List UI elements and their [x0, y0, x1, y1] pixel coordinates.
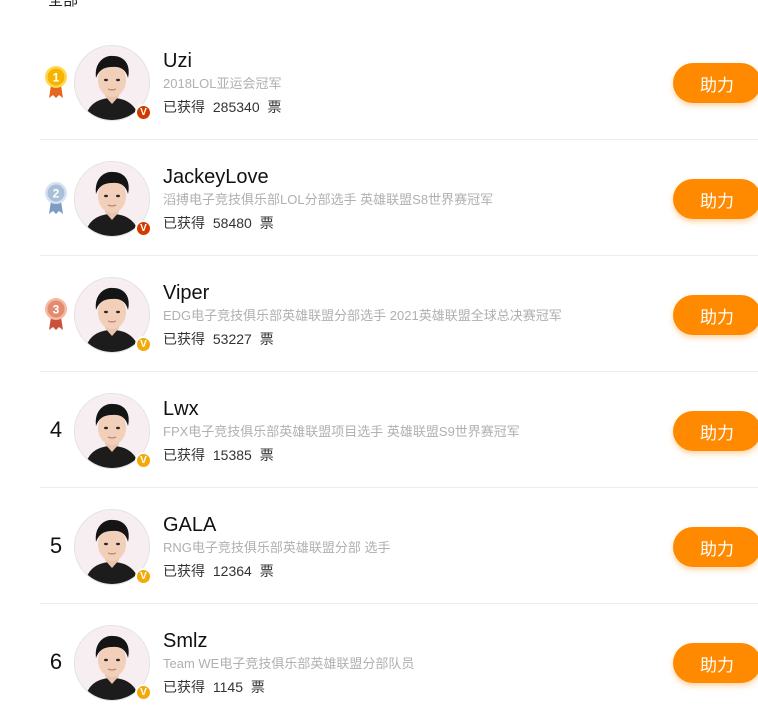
rank: 4	[40, 372, 72, 488]
medal-rank-number: 1	[53, 71, 60, 85]
votes-unit: 票	[259, 563, 274, 579]
verified-badge-icon: V	[135, 684, 152, 701]
player-description: EDG电子竞技俱乐部英雄联盟分部选手 2021英雄联盟全球总决赛冠军	[163, 308, 562, 323]
rank: 2	[40, 140, 72, 256]
votes-value: 285340	[212, 99, 260, 115]
player-row: 2 V JackeyLove 滔搏电子竞技俱乐部LOL分部选手 英雄联盟S8世界…	[40, 140, 758, 256]
player-info: JackeyLove 滔搏电子竞技俱乐部LOL分部选手 英雄联盟S8世界赛冠军 …	[163, 165, 493, 233]
votes-label: 已获得	[163, 563, 205, 579]
votes-label: 已获得	[163, 331, 205, 347]
player-name[interactable]: Viper	[163, 281, 562, 305]
votes-value: 58480	[212, 215, 252, 231]
verified-badge-icon: V	[135, 336, 152, 353]
gold-medal-icon: 1	[44, 65, 68, 99]
support-button[interactable]: 助力	[673, 63, 758, 103]
votes-label: 已获得	[163, 215, 205, 231]
support-button[interactable]: 助力	[673, 411, 758, 451]
category-label[interactable]: 全部	[48, 0, 78, 10]
support-button[interactable]: 助力	[673, 643, 758, 683]
votes-label: 已获得	[163, 447, 205, 463]
player-info: Viper EDG电子竞技俱乐部英雄联盟分部选手 2021英雄联盟全球总决赛冠军…	[163, 281, 562, 349]
votes-value: 12364	[212, 563, 252, 579]
player-description: Team WE电子竞技俱乐部英雄联盟分部队员	[163, 656, 415, 671]
support-button[interactable]: 助力	[673, 527, 758, 567]
votes-label: 已获得	[163, 679, 205, 695]
avatar-wrap[interactable]: V	[74, 509, 152, 585]
avatar-wrap[interactable]: V	[74, 625, 152, 701]
avatar-wrap[interactable]: V	[74, 45, 152, 121]
vote-count: 已获得 15385 票	[163, 445, 520, 465]
player-name[interactable]: Smlz	[163, 629, 414, 653]
support-button[interactable]: 助力	[673, 179, 758, 219]
rank: 1	[40, 24, 72, 140]
player-description: 2018LOL亚运会冠军	[163, 76, 282, 91]
votes-unit: 票	[259, 447, 274, 463]
votes-unit: 票	[259, 215, 274, 231]
votes-value: 15385	[212, 447, 252, 463]
rank: 6	[40, 604, 72, 720]
votes-value: 1145	[212, 679, 243, 695]
rank-number: 5	[49, 533, 63, 558]
player-description: RNG电子竞技俱乐部英雄联盟分部 选手	[163, 540, 391, 555]
player-name[interactable]: GALA	[163, 513, 391, 537]
avatar-wrap[interactable]: V	[74, 161, 152, 237]
verified-badge-icon: V	[135, 104, 152, 121]
vote-count: 已获得 12364 票	[163, 561, 391, 581]
player-info: Uzi 2018LOL亚运会冠军 已获得 285340 票	[163, 49, 286, 117]
votes-label: 已获得	[163, 99, 205, 115]
ranking-list: 1 V Uzi 2018LOL亚运会冠军 已获得 285340 票 助力 2 V…	[40, 24, 758, 720]
vote-count: 已获得 1145 票	[163, 677, 414, 697]
verified-badge-icon: V	[135, 220, 152, 237]
player-row: 4 V Lwx FPX电子竞技俱乐部英雄联盟项目选手 英雄联盟S9世界赛冠军 已…	[40, 372, 758, 488]
medal-rank-number: 3	[53, 303, 60, 317]
medal-rank-number: 2	[53, 187, 60, 201]
player-description: 滔搏电子竞技俱乐部LOL分部选手 英雄联盟S8世界赛冠军	[163, 192, 494, 207]
verified-badge-icon: V	[135, 452, 152, 469]
player-info: Smlz Team WE电子竞技俱乐部英雄联盟分部队员 已获得 1145 票	[163, 629, 414, 697]
player-description: FPX电子竞技俱乐部英雄联盟项目选手 英雄联盟S9世界赛冠军	[163, 424, 520, 439]
player-name[interactable]: JackeyLove	[163, 165, 493, 189]
player-row: 5 V GALA RNG电子竞技俱乐部英雄联盟分部 选手 已获得 12364 票…	[40, 488, 758, 604]
votes-unit: 票	[267, 99, 282, 115]
vote-count: 已获得 285340 票	[163, 97, 286, 117]
vote-count: 已获得 53227 票	[163, 329, 562, 349]
vote-count: 已获得 58480 票	[163, 213, 493, 233]
avatar-wrap[interactable]: V	[74, 393, 152, 469]
player-name[interactable]: Uzi	[163, 49, 286, 73]
player-row: 6 V Smlz Team WE电子竞技俱乐部英雄联盟分部队员 已获得 1145…	[40, 604, 758, 720]
rank-number: 4	[49, 417, 63, 442]
votes-value: 53227	[212, 331, 252, 347]
support-button[interactable]: 助力	[673, 295, 758, 335]
rank: 3	[40, 256, 72, 372]
player-info: GALA RNG电子竞技俱乐部英雄联盟分部 选手 已获得 12364 票	[163, 513, 391, 581]
player-row: 1 V Uzi 2018LOL亚运会冠军 已获得 285340 票 助力	[40, 24, 758, 140]
avatar-wrap[interactable]: V	[74, 277, 152, 353]
player-name[interactable]: Lwx	[163, 397, 520, 421]
votes-unit: 票	[250, 679, 265, 695]
silver-medal-icon: 2	[44, 181, 68, 215]
player-row: 3 V Viper EDG电子竞技俱乐部英雄联盟分部选手 2021英雄联盟全球总…	[40, 256, 758, 372]
rank: 5	[40, 488, 72, 604]
bronze-medal-icon: 3	[44, 297, 68, 331]
verified-badge-icon: V	[135, 568, 152, 585]
player-info: Lwx FPX电子竞技俱乐部英雄联盟项目选手 英雄联盟S9世界赛冠军 已获得 1…	[163, 397, 520, 465]
votes-unit: 票	[259, 331, 274, 347]
rank-number: 6	[49, 649, 63, 674]
